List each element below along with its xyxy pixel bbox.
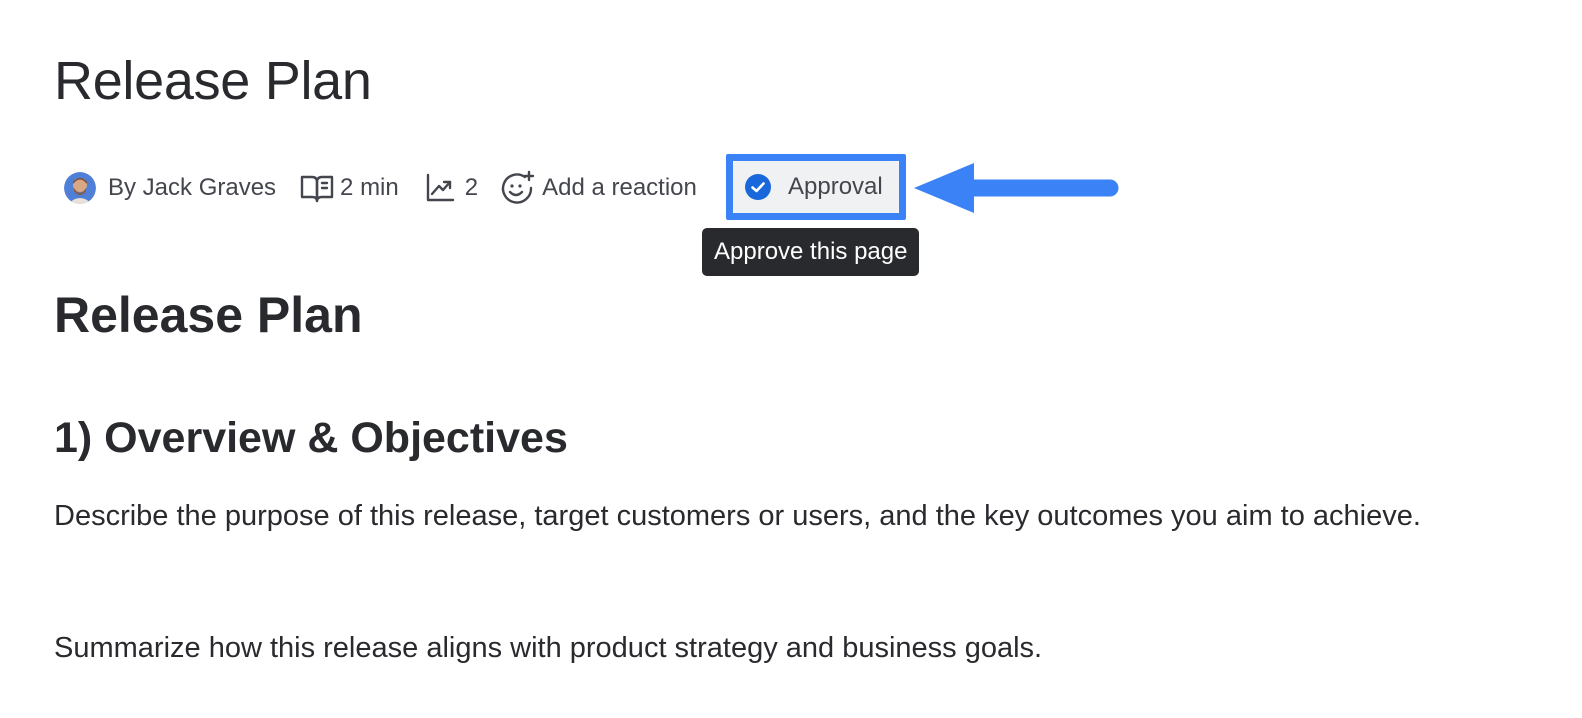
approval-button[interactable]: Approval xyxy=(733,161,899,213)
trend-up-icon xyxy=(425,173,455,203)
paragraph-strategy: Summarize how this release aligns with p… xyxy=(54,632,1043,664)
add-reaction-label[interactable]: Add a reaction xyxy=(542,174,697,202)
avatar[interactable] xyxy=(64,172,96,204)
arrow-left-icon xyxy=(912,160,1122,221)
tooltip-text: Approve this page xyxy=(714,238,908,265)
page-title: Release Plan xyxy=(54,51,372,111)
check-circle-icon xyxy=(744,173,772,201)
author-name[interactable]: By Jack Graves xyxy=(108,174,276,202)
byline: By Jack Graves 2 min 2 Add a reaction xyxy=(64,168,705,208)
author-link[interactable]: By Jack Graves xyxy=(64,172,276,204)
page-views[interactable]: 2 xyxy=(425,173,478,203)
emoji-add-icon xyxy=(500,170,536,206)
section-heading: 1) Overview & Objectives xyxy=(54,414,568,462)
book-open-icon xyxy=(300,173,334,203)
read-time: 2 min xyxy=(300,173,399,203)
add-reaction-button[interactable]: Add a reaction xyxy=(500,170,697,206)
page-views-count[interactable]: 2 xyxy=(465,174,478,202)
approve-tooltip: Approve this page xyxy=(702,228,920,276)
approval-label[interactable]: Approval xyxy=(788,173,883,201)
paragraph-purpose: Describe the purpose of this release, ta… xyxy=(54,500,1421,532)
content-heading: Release Plan xyxy=(54,287,363,343)
read-time-value: 2 min xyxy=(340,174,399,201)
